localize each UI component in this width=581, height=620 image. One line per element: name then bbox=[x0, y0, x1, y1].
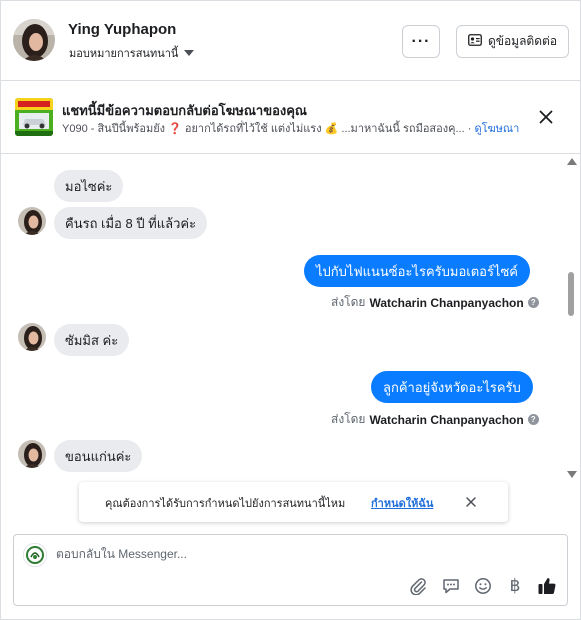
ad-banner-subtitle: Y090 - สินปีนี้พร้อมยัง ❓ อยากได้รถที่ไว… bbox=[62, 119, 519, 137]
view-contact-button[interactable]: ดูข้อมูลติดต่อ bbox=[456, 25, 569, 58]
contact-card-icon bbox=[468, 34, 482, 49]
assign-label: มอบหมายการสนทนานี้ bbox=[69, 48, 179, 60]
message-thread: มอไซค่ะ คืนรถ เมื่อ 8 ปี ที่แล้วค่ะ ไปกั… bbox=[1, 155, 580, 485]
close-banner-button[interactable] bbox=[535, 106, 557, 128]
smiley-icon bbox=[475, 578, 491, 594]
chat-bubble-icon bbox=[443, 579, 459, 594]
close-icon bbox=[466, 497, 476, 507]
contact-avatar-small bbox=[18, 207, 46, 235]
outgoing-message: ลูกค้าอยู่จังหวัดอะไรครับ bbox=[371, 371, 533, 403]
reply-composer: ฿ bbox=[13, 534, 568, 606]
saved-replies-button[interactable] bbox=[441, 576, 461, 596]
attach-button[interactable] bbox=[408, 576, 428, 596]
view-contact-label: ดูข้อมูลติดต่อ bbox=[487, 34, 558, 48]
incoming-message: ขอนแก่นค่ะ bbox=[54, 440, 143, 472]
outgoing-message: ไปกับไฟแนนซ์อะไรครับมอเตอร์ไซค์ bbox=[304, 255, 530, 287]
help-icon[interactable]: ? bbox=[527, 297, 539, 308]
emoji-button[interactable] bbox=[473, 576, 493, 596]
conversation-header: Ying Yuphapon มอบหมายการสนทนานี้ ··· ดูข… bbox=[1, 1, 580, 81]
more-options-button[interactable]: ··· bbox=[402, 25, 440, 58]
incoming-message: คืนรถ เมื่อ 8 ปี ที่แล้วค่ะ bbox=[54, 207, 208, 239]
assign-prompt-text: คุณต้องการได้รับการกำหนดไปยังการสนทนานี้… bbox=[105, 498, 346, 510]
sent-by-prefix: ส่งโดย bbox=[331, 412, 366, 426]
baht-icon: ฿ bbox=[509, 576, 521, 595]
ad-reply-banner: แชทนี้มีข้อความตอบกลับต่อโฆษณาของคุณ Y09… bbox=[1, 82, 580, 154]
ellipsis-icon: ··· bbox=[411, 32, 431, 50]
ad-text: Y090 - สินปีนี้พร้อมยัง ❓ อยากได้รถที่ไว… bbox=[62, 123, 472, 135]
page-avatar bbox=[23, 543, 47, 567]
ad-banner-title: แชทนี้มีข้อความตอบกลับต่อโฆษณาของคุณ bbox=[62, 103, 307, 118]
dismiss-toast-button[interactable] bbox=[463, 494, 479, 510]
like-button[interactable] bbox=[537, 576, 557, 596]
thumbs-up-icon bbox=[538, 578, 556, 594]
sent-by-name: Watcharin Chanpanyachon bbox=[369, 295, 524, 310]
incoming-message: ซัมมิส ค่ะ bbox=[54, 324, 130, 356]
assign-to-me-link[interactable]: กำหนดให้ฉัน bbox=[371, 494, 433, 512]
view-ad-link[interactable]: ดูโฆษณา bbox=[474, 123, 519, 135]
contact-avatar-small bbox=[18, 323, 46, 351]
caret-down-icon bbox=[184, 50, 195, 56]
messenger-panel: Ying Yuphapon มอบหมายการสนทนานี้ ··· ดูข… bbox=[0, 0, 581, 620]
contact-name: Ying Yuphapon bbox=[68, 21, 177, 38]
help-icon[interactable]: ? bbox=[527, 414, 539, 425]
assign-prompt-toast: คุณต้องการได้รับการกำหนดไปยังการสนทนานี้… bbox=[79, 482, 508, 522]
paperclip-icon bbox=[410, 578, 426, 595]
sent-by-name: Watcharin Chanpanyachon bbox=[369, 412, 524, 427]
ad-thumbnail[interactable] bbox=[15, 98, 53, 136]
scroll-up-arrow-icon[interactable] bbox=[567, 158, 577, 165]
contact-avatar[interactable] bbox=[13, 19, 55, 61]
chat-scrollbar[interactable] bbox=[565, 155, 577, 481]
reply-input[interactable] bbox=[56, 547, 376, 561]
sent-by-label: ส่งโดย Watcharin Chanpanyachon ? bbox=[331, 410, 539, 429]
close-icon bbox=[539, 110, 553, 124]
assign-conversation-dropdown[interactable]: มอบหมายการสนทนานี้ bbox=[69, 44, 195, 62]
payment-button[interactable]: ฿ bbox=[505, 576, 525, 596]
contact-avatar-small bbox=[18, 440, 46, 468]
incoming-message: มอไซค่ะ bbox=[54, 170, 124, 202]
scroll-down-arrow-icon[interactable] bbox=[567, 471, 577, 478]
sent-by-prefix: ส่งโดย bbox=[331, 295, 366, 309]
scrollbar-thumb[interactable] bbox=[568, 272, 574, 316]
sent-by-label: ส่งโดย Watcharin Chanpanyachon ? bbox=[331, 293, 539, 312]
